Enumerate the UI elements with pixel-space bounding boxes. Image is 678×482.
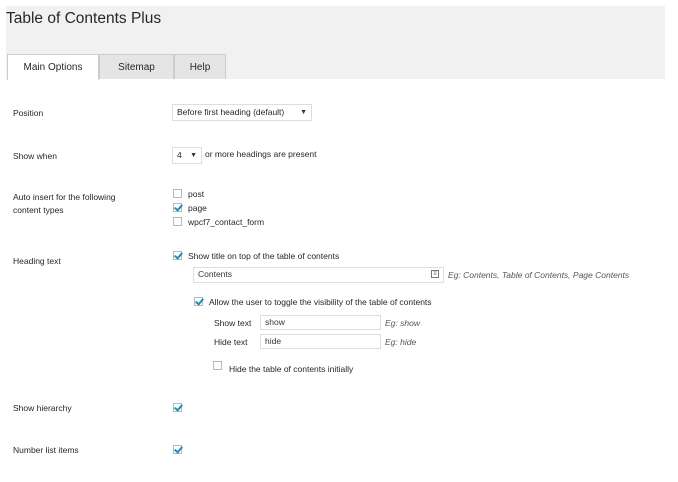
position-value: Before first heading (default) (177, 107, 285, 117)
show-hierarchy-checkbox[interactable] (173, 403, 182, 412)
hide-text-value: hide (265, 336, 282, 346)
show-text-hint: Eg: show (385, 318, 420, 328)
show-when-value: 4 (177, 150, 182, 160)
show-hierarchy-label: Show hierarchy (13, 403, 72, 413)
hide-initially-checkbox[interactable] (213, 361, 222, 370)
wpcf7-checkbox[interactable] (173, 217, 182, 226)
show-when-label: Show when (13, 151, 57, 161)
toggle-visibility-label: Allow the user to toggle the visibility … (209, 297, 432, 307)
heading-title-input[interactable]: Contents ≡ (193, 267, 444, 283)
number-list-label: Number list items (13, 445, 79, 455)
show-title-label: Show title on top of the table of conten… (188, 251, 340, 261)
chevron-down-icon: ▼ (190, 152, 197, 159)
auto-insert-label-line1: Auto insert for the following (13, 192, 116, 202)
show-when-suffix: or more headings are present (205, 149, 317, 159)
heading-title-value: Contents (198, 269, 233, 279)
heading-title-hint: Eg: Contents, Table of Contents, Page Co… (448, 270, 630, 280)
page-label: page (188, 203, 207, 213)
field-menu-icon[interactable]: ≡ (431, 270, 439, 278)
position-label: Position (13, 108, 44, 118)
position-select[interactable]: Before first heading (default) ▼ (172, 104, 312, 121)
toggle-visibility-checkbox[interactable] (194, 297, 203, 306)
number-list-checkbox[interactable] (173, 445, 182, 454)
tab-label: Help (189, 62, 211, 73)
hide-text-label: Hide text (214, 337, 248, 347)
show-text-value: show (265, 317, 285, 327)
tab-main-options[interactable]: Main Options (7, 54, 99, 80)
post-label: post (188, 189, 205, 199)
tab-help[interactable]: Help (174, 54, 226, 79)
auto-insert-label-line2: content types (13, 205, 64, 215)
heading-text-label: Heading text (13, 256, 61, 266)
show-text-label: Show text (214, 318, 252, 328)
wpcf7-label: wpcf7_contact_form (188, 217, 265, 227)
tab-sitemap[interactable]: Sitemap (99, 54, 174, 79)
hide-text-hint: Eg: hide (385, 337, 417, 347)
page-checkbox[interactable] (173, 203, 182, 212)
show-when-select[interactable]: 4 ▼ (172, 147, 202, 164)
show-text-input[interactable]: show (260, 315, 381, 330)
page-title: Table of Contents Plus (6, 10, 162, 27)
chevron-down-icon: ▼ (300, 109, 307, 116)
settings-page: Table of Contents Plus Main Options Site… (0, 0, 678, 482)
post-checkbox[interactable] (173, 189, 182, 198)
tab-label: Main Options (23, 62, 83, 73)
hide-initially-label: Hide the table of contents initially (229, 364, 354, 374)
tab-label: Sitemap (118, 62, 155, 73)
hide-text-input[interactable]: hide (260, 334, 381, 349)
show-title-checkbox[interactable] (173, 251, 182, 260)
